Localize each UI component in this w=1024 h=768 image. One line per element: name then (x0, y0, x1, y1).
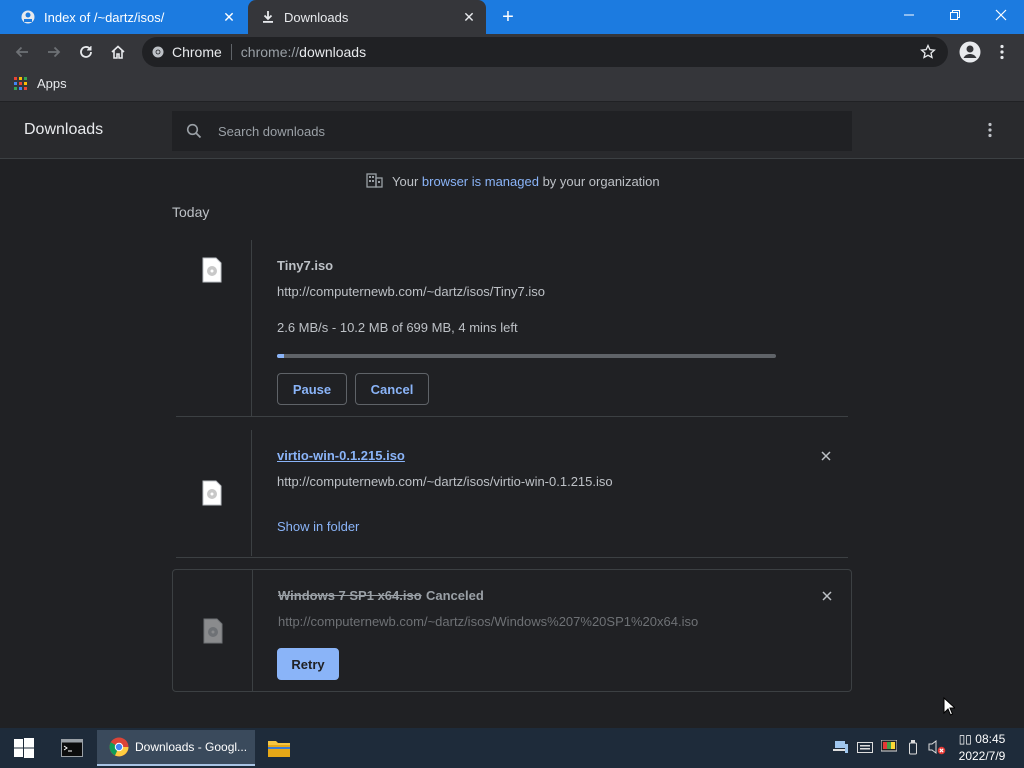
chrome-logo-icon (152, 46, 164, 58)
system-clock[interactable]: ▯▯ 08:45 2022/7/9 (954, 731, 1010, 765)
keyboard-icon[interactable] (856, 738, 874, 756)
title-bar: Index of /~dartz/isos/ ✕ Downloads ✕ + (0, 0, 1024, 34)
managed-banner: Your browser is managed by your organiza… (366, 172, 660, 191)
clock-date: 2022/7/9 (958, 749, 1006, 763)
mouse-cursor-icon (943, 696, 957, 722)
managed-link[interactable]: browser is managed (422, 174, 539, 189)
file-icon-column (172, 240, 252, 416)
url-path: downloads (299, 44, 367, 60)
file-url: http://computernewb.com/~dartz/isos/Wind… (278, 614, 699, 629)
canceled-status: Canceled (426, 588, 484, 603)
file-explorer-icon[interactable] (258, 728, 300, 768)
cancel-button[interactable]: Cancel (355, 373, 429, 405)
remove-from-list-icon[interactable] (819, 588, 835, 604)
back-button[interactable] (8, 38, 36, 66)
more-actions-icon[interactable] (980, 120, 1000, 140)
taskbar-chrome-window[interactable]: Downloads - Googl... (97, 730, 255, 766)
url-scheme: chrome:// (240, 44, 300, 60)
download-item-in-progress: Tiny7.iso http://computernewb.com/~dartz… (172, 240, 852, 416)
building-icon (366, 172, 383, 191)
minimize-button[interactable] (886, 0, 932, 30)
home-button[interactable] (104, 38, 132, 66)
file-url[interactable]: http://computernewb.com/~dartz/isos/virt… (277, 474, 613, 489)
chrome-menu-icon[interactable] (988, 38, 1016, 66)
address-bar[interactable]: Chrome chrome:// downloads (142, 37, 948, 67)
pause-button[interactable]: Pause (277, 373, 347, 405)
managed-prefix: Your (392, 174, 422, 189)
usb-device-icon[interactable] (904, 738, 922, 756)
apps-shortcut[interactable]: Apps (14, 76, 67, 91)
date-section-label: Today (172, 204, 210, 220)
download-progress-bar (277, 354, 776, 358)
file-icon-column (172, 430, 252, 556)
file-icon (202, 480, 222, 506)
file-icon (203, 618, 223, 644)
network-icon[interactable] (832, 738, 850, 756)
chrome-logo-icon (109, 737, 129, 757)
display-color-icon[interactable] (880, 738, 898, 756)
download-status: 2.6 MB/s - 10.2 MB of 699 MB, 4 mins lef… (277, 320, 518, 335)
file-name-link[interactable]: virtio-win-0.1.215.iso (277, 448, 405, 463)
search-icon (186, 123, 202, 139)
search-box[interactable] (172, 111, 852, 151)
reload-button[interactable] (72, 38, 100, 66)
show-in-folder-link[interactable]: Show in folder (277, 519, 359, 534)
file-name-canceled: Windows 7 SP1 x64.iso (278, 588, 422, 603)
item-divider (176, 557, 848, 558)
page-title: Downloads (24, 121, 104, 138)
tab-title: Index of /~dartz/isos/ (44, 9, 165, 25)
file-icon-column (173, 570, 253, 691)
apps-label: Apps (37, 76, 67, 91)
close-window-button[interactable] (978, 0, 1024, 30)
apps-grid-icon (14, 77, 27, 90)
download-item-canceled: Windows 7 SP1 x64.iso Canceled http://co… (172, 569, 852, 692)
windows-start-icon[interactable] (0, 728, 48, 768)
star-icon[interactable] (920, 44, 936, 60)
taskbar: Downloads - Googl... ▯▯ 08:45 2022/7/9 (0, 728, 1024, 768)
profile-avatar-icon[interactable] (956, 38, 984, 66)
managed-suffix: by your organization (538, 174, 660, 189)
close-icon[interactable]: ✕ (458, 6, 480, 28)
new-tab-button[interactable]: + (496, 6, 520, 28)
file-icon (202, 257, 222, 283)
tab-downloads[interactable]: Downloads ✕ (248, 0, 486, 34)
close-icon[interactable]: ✕ (218, 6, 240, 28)
browser-toolbar: Chrome chrome:// downloads (0, 34, 1024, 70)
file-url[interactable]: http://computernewb.com/~dartz/isos/Tiny… (277, 284, 545, 299)
clock-prefix: ▯▯ (958, 732, 972, 746)
file-name: Tiny7.iso (277, 258, 334, 273)
web-page-icon (20, 9, 36, 25)
terminal-icon[interactable] (52, 728, 92, 768)
item-divider (176, 416, 848, 417)
tab-title: Downloads (284, 9, 349, 25)
omnibox-separator (230, 44, 232, 60)
site-chip: Chrome (172, 44, 222, 60)
remove-from-list-icon[interactable] (818, 448, 834, 464)
downloads-header: Downloads (0, 102, 1024, 159)
bookmarks-bar: Apps (0, 70, 1024, 102)
clock-time: 08:45 (975, 732, 1006, 746)
restore-button[interactable] (932, 0, 978, 30)
retry-button[interactable]: Retry (277, 648, 339, 680)
tab-index-of-isos[interactable]: Index of /~dartz/isos/ ✕ (8, 0, 246, 34)
progress-fill (277, 354, 285, 358)
forward-button[interactable] (40, 38, 68, 66)
download-item-complete: virtio-win-0.1.215.iso http://computerne… (172, 430, 852, 556)
search-input[interactable] (218, 123, 818, 139)
volume-muted-icon[interactable] (928, 738, 946, 756)
download-icon (260, 9, 276, 25)
taskbar-window-label: Downloads - Googl... (135, 740, 248, 754)
